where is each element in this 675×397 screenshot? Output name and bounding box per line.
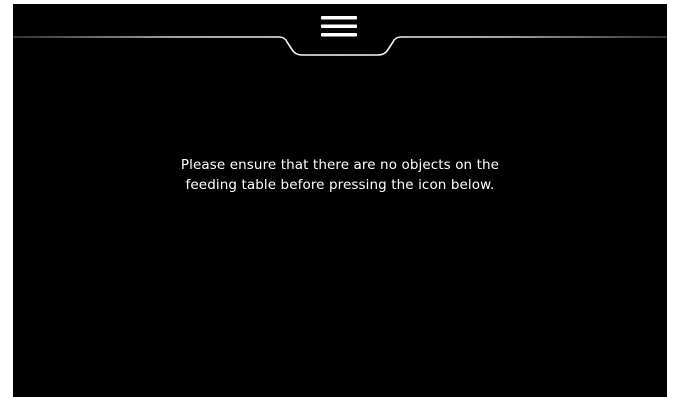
instruction-line-2: feeding table before pressing the icon b… — [185, 177, 495, 193]
device-screen: Please ensure that there are no objects … — [13, 4, 667, 397]
instruction-text: Please ensure that there are no objects … — [13, 155, 667, 195]
menu-button[interactable] — [313, 10, 365, 42]
instruction-line-1: Please ensure that there are no objects … — [180, 157, 500, 173]
hamburger-menu-icon — [321, 16, 357, 37]
